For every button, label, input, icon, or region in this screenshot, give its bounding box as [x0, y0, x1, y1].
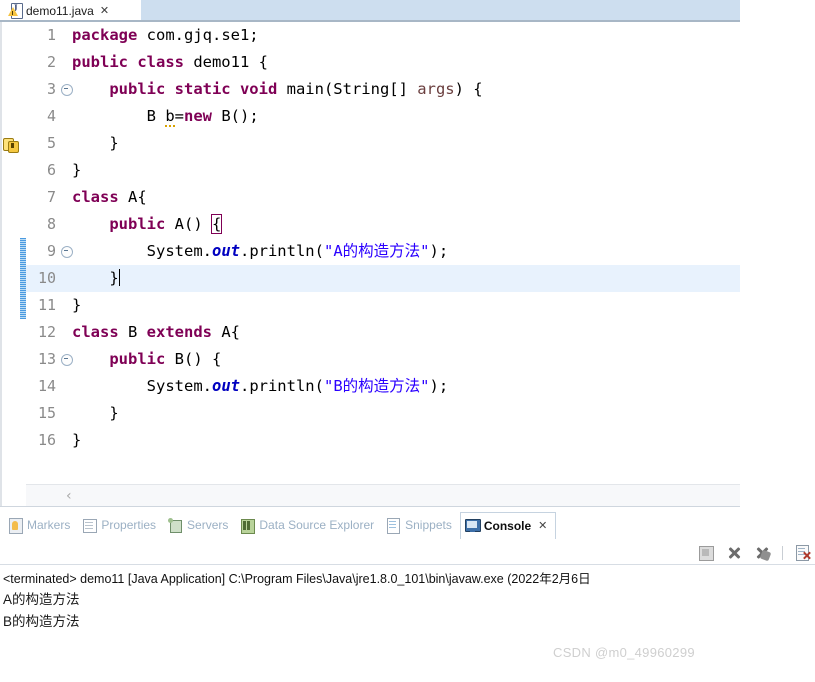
line-number: 10: [37, 269, 56, 287]
line-number: 4: [46, 107, 56, 125]
line-number: 8: [46, 215, 56, 233]
code-line-11: }: [72, 296, 82, 314]
scroll-left-icon[interactable]: ‹: [66, 488, 72, 504]
properties-icon: [82, 518, 98, 533]
console-output-line: B的构造方法: [3, 614, 80, 629]
editor-right-filler: [740, 0, 815, 512]
editor-left-edge: [0, 22, 2, 506]
editor-tab-bar: demo11.java ✕: [0, 0, 740, 22]
close-icon[interactable]: ✕: [100, 4, 109, 17]
line-number: 14: [37, 377, 56, 395]
line-number: 1: [46, 26, 56, 44]
tab-snippets[interactable]: Snippets: [382, 512, 460, 538]
tab-properties[interactable]: Properties: [78, 512, 164, 538]
text-caret: [118, 269, 120, 286]
console-output-line: A的构造方法: [3, 592, 80, 607]
code-line-9: System.out.println("A的构造方法");: [72, 242, 449, 260]
eclipse-ide-window: demo11.java ✕ 1 2 3 4 5: [0, 0, 815, 682]
editor-tab-demo11-java[interactable]: demo11.java ✕: [4, 0, 116, 21]
snippets-icon: [386, 517, 401, 534]
code-line-12: class B extends A{: [72, 323, 240, 341]
console-output-area[interactable]: <terminated> demo11 [Java Application] C…: [0, 564, 815, 682]
servers-icon: [168, 517, 183, 533]
view-tab-bar: Markers Properties Servers Data Source E…: [0, 511, 815, 539]
matching-brace-highlight: {: [210, 214, 223, 234]
annotation-ruler[interactable]: [0, 22, 20, 484]
tab-label: Properties: [101, 518, 157, 532]
warning-marker-icon[interactable]: [3, 137, 19, 153]
line-number: 6: [46, 161, 56, 179]
close-icon[interactable]: ✕: [538, 519, 547, 532]
editor-tabbar-empty-area: [141, 0, 740, 20]
line-number: 12: [37, 323, 56, 341]
line-number: 15: [37, 404, 56, 422]
editor-horizontal-scrollbar[interactable]: ‹: [26, 484, 740, 507]
remove-all-terminated-button[interactable]: [754, 545, 772, 562]
code-line-13: public B() {: [109, 350, 222, 368]
code-line-6: }: [72, 161, 82, 179]
data-source-explorer-icon: [240, 518, 256, 534]
csdn-watermark: CSDN @m0_49960299: [553, 645, 695, 660]
console-top-divider: [0, 564, 815, 565]
line-number: 13: [37, 350, 56, 368]
line-number: 3: [46, 80, 56, 98]
terminate-button[interactable]: [698, 545, 714, 561]
tab-console[interactable]: Console ✕: [459, 511, 557, 539]
code-line-16: }: [72, 431, 82, 449]
line-number: 16: [37, 431, 56, 449]
markers-icon: [8, 517, 23, 534]
code-line-10: }: [72, 269, 120, 287]
line-number: 7: [46, 188, 56, 206]
line-number: 11: [37, 296, 56, 314]
tab-label: Data Source Explorer: [259, 518, 375, 532]
code-line-7: class A{: [72, 188, 147, 206]
code-line-8: public A() {: [109, 214, 223, 234]
code-line-3: public static void main(String[] args) {: [109, 80, 483, 98]
code-line-1: package com.gjq.se1;: [72, 26, 259, 44]
line-number: 9: [46, 242, 56, 260]
tab-label: Markers: [27, 518, 71, 532]
code-line-5: }: [72, 134, 119, 152]
tab-label: Console: [483, 518, 532, 533]
tab-markers[interactable]: Markers: [4, 512, 78, 538]
code-line-14: System.out.println("B的构造方法");: [72, 377, 449, 395]
tab-data-source-explorer[interactable]: Data Source Explorer: [236, 512, 382, 538]
line-number: 2: [46, 53, 56, 71]
console-icon: [464, 518, 481, 533]
line-number-ruler: 1 2 3 4 5 6 7 8 9 10 11 12 13 14 15 16: [26, 22, 60, 484]
toolbar-separator: [782, 546, 783, 560]
tab-label: Servers: [187, 518, 229, 532]
folding-ruler[interactable]: [60, 22, 73, 484]
line-number: 5: [46, 134, 56, 152]
console-terminated-line: <terminated> demo11 [Java Application] C…: [3, 572, 591, 586]
source-text[interactable]: package com.gjq.se1; public class demo11…: [72, 22, 740, 484]
java-file-warning-icon: [8, 3, 23, 19]
clear-console-button[interactable]: [795, 545, 811, 561]
java-editor-panel: demo11.java ✕ 1 2 3 4 5: [0, 0, 740, 511]
remove-launch-button[interactable]: [726, 545, 742, 561]
tab-servers[interactable]: Servers: [164, 512, 236, 538]
tab-label: Snippets: [405, 518, 452, 532]
editor-panel-bottom-edge: [0, 506, 740, 511]
editor-tab-label: demo11.java: [26, 3, 94, 18]
code-line-4: B b=new B();: [72, 107, 259, 127]
console-toolbar: [621, 542, 811, 564]
code-line-2: public class demo11 {: [72, 53, 268, 71]
code-editing-area[interactable]: 1 2 3 4 5 6 7 8 9 10 11 12 13 14 15 16 p…: [0, 22, 740, 484]
code-line-15: }: [72, 404, 119, 422]
